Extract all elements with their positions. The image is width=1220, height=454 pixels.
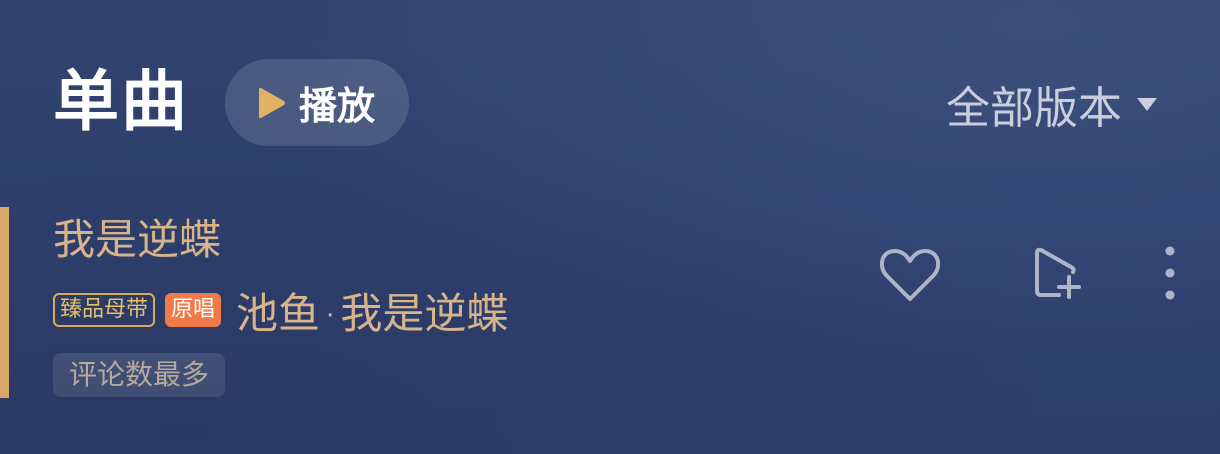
heart-icon (879, 249, 941, 301)
song-meta: 臻品母带 原唱 池鱼 · 我是逆蝶 (53, 285, 508, 338)
section-title: 单曲 (53, 63, 189, 140)
now-playing-indicator (0, 207, 9, 398)
play-icon (259, 87, 285, 118)
most-comments-tag: 评论数最多 (53, 353, 226, 397)
version-filter-label: 全部版本 (946, 83, 1122, 134)
artist-name[interactable]: 池鱼 (236, 289, 320, 338)
original-badge: 原唱 (165, 293, 222, 327)
play-all-button[interactable]: 播放 (225, 59, 409, 146)
quality-badge: 臻品母带 (53, 293, 156, 327)
add-to-playlist-button[interactable] (1022, 238, 1092, 308)
version-filter-dropdown[interactable]: 全部版本 (946, 76, 1158, 134)
album-name[interactable]: 我是逆蝶 (340, 289, 508, 338)
song-list-item[interactable]: 我是逆蝶 臻品母带 原唱 池鱼 · 我是逆蝶 评论数最多 (0, 205, 1220, 400)
play-all-label: 播放 (299, 84, 376, 128)
more-vertical-icon (1165, 246, 1175, 300)
add-to-playlist-icon (1035, 247, 1081, 299)
chevron-down-icon (1137, 98, 1157, 111)
more-options-button[interactable] (1150, 238, 1190, 308)
artist-album-text: 池鱼 · 我是逆蝶 (236, 280, 508, 341)
section-header: 单曲 播放 全部版本 (0, 0, 1220, 200)
like-button[interactable] (872, 240, 948, 310)
song-title: 我是逆蝶 (53, 215, 222, 264)
separator: · (326, 301, 335, 331)
